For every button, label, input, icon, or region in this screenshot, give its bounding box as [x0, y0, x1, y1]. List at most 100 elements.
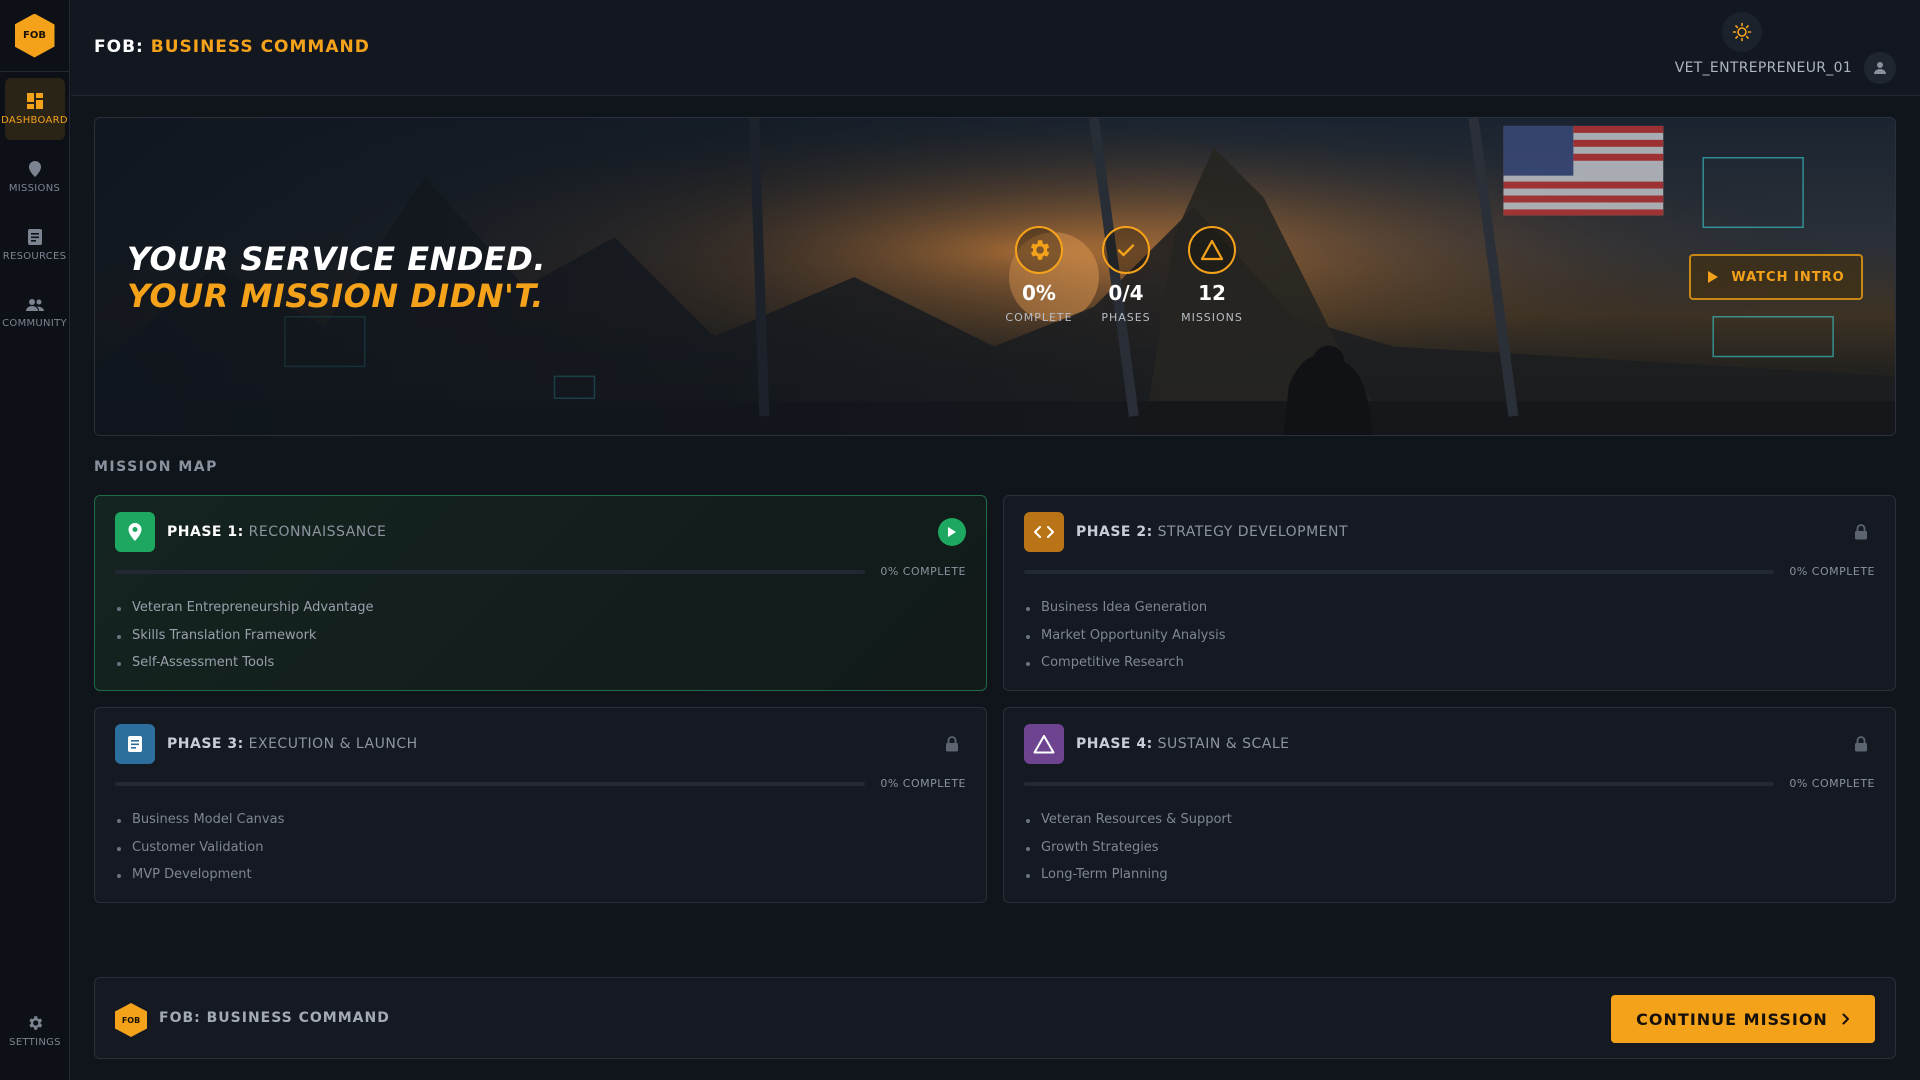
stat-value: 0/4	[1108, 281, 1144, 305]
top-header: FOB: BUSINESS COMMAND VET_ENTREPRENEUR_0…	[71, 0, 1920, 96]
task-label: Long-Term Planning	[1041, 867, 1168, 882]
sidebar-item-label: RESOURCES	[2, 251, 67, 262]
bullet	[1026, 846, 1030, 851]
watch-intro-button[interactable]: WATCH INTRO	[1689, 254, 1863, 300]
list-item: Long-Term Planning	[1024, 867, 1232, 895]
chevron-right-icon	[1842, 1013, 1849, 1025]
sidebar-item-settings[interactable]: SETTINGS	[5, 1000, 65, 1062]
footer-title: FOB: BUSINESS COMMAND	[159, 1010, 390, 1026]
task-label: Customer Validation	[132, 839, 264, 855]
hero-subheadline: YOUR MISSION DIDN'T.	[127, 277, 544, 315]
logo[interactable]: FOB	[0, 0, 69, 72]
lock-icon	[1855, 736, 1867, 752]
progress-label: 0% COMPLETE	[880, 777, 966, 790]
bullet	[117, 607, 121, 611]
list-item: Market Opportunity Analysis	[1024, 628, 1226, 656]
sidebar-item-community[interactable]: COMMUNITY	[2, 282, 67, 344]
title-prefix: FOB:	[94, 37, 144, 57]
bullet	[117, 819, 121, 823]
task-label: Business Model Canvas	[132, 812, 285, 827]
task-label: Market Opportunity Analysis	[1041, 627, 1226, 643]
phase-title: PHASE 4: SUSTAIN & SCALE	[1076, 736, 1290, 752]
lock-status	[1847, 518, 1875, 546]
theme-toggle-button[interactable]	[1722, 12, 1762, 52]
phase-name: SUSTAIN & SCALE	[1157, 736, 1290, 752]
sun-icon	[1732, 22, 1752, 42]
stat-label: COMPLETE	[1005, 311, 1073, 324]
sidebar-item-label: MISSIONS	[8, 183, 61, 194]
footer-logo: FOB	[115, 1003, 147, 1037]
code-icon	[1034, 526, 1054, 538]
phase-title: PHASE 2: STRATEGY DEVELOPMENT	[1076, 524, 1348, 540]
title-accent: BUSINESS COMMAND	[150, 37, 370, 57]
gear-icon	[29, 1016, 43, 1030]
task-list: Veteran Entrepreneurship Advantage Skill…	[115, 600, 374, 683]
progress-label: 0% COMPLETE	[1789, 777, 1875, 790]
phase-number: PHASE 3:	[167, 736, 244, 752]
phase-card-2[interactable]: PHASE 2: STRATEGY DEVELOPMENT 0% COMPLET…	[1003, 495, 1896, 691]
list-item[interactable]: Skills Translation Framework	[115, 628, 374, 656]
section-title-mission-map: MISSION MAP	[94, 459, 218, 475]
document-icon	[128, 736, 142, 752]
bullet	[1026, 634, 1030, 639]
stat-label: PHASES	[1101, 311, 1151, 324]
lock-status	[1847, 730, 1875, 758]
phase-card-4[interactable]: PHASE 4: SUSTAIN & SCALE 0% COMPLETE Vet…	[1003, 707, 1896, 903]
stat-phases: 0/4 PHASES	[1091, 226, 1161, 324]
list-item[interactable]: Self-Assessment Tools	[115, 655, 374, 683]
people-icon	[25, 299, 44, 311]
phase-name: STRATEGY DEVELOPMENT	[1157, 524, 1349, 540]
progress-bar	[1024, 570, 1774, 574]
progress-label: 0% COMPLETE	[880, 565, 966, 578]
logo-badge: FOB	[14, 13, 55, 58]
check-icon	[1117, 244, 1135, 257]
phase-number: PHASE 2:	[1076, 524, 1153, 540]
phase-icon-badge	[1024, 512, 1064, 552]
avatar[interactable]	[1864, 52, 1896, 84]
phase-card-3[interactable]: PHASE 3: EXECUTION & LAUNCH 0% COMPLETE …	[94, 707, 987, 903]
progress-bar	[115, 570, 865, 574]
stat-missions: 12 MISSIONS	[1177, 226, 1247, 324]
phase-title: PHASE 3: EXECUTION & LAUNCH	[167, 736, 418, 752]
page-title: FOB: BUSINESS COMMAND	[94, 37, 370, 57]
lock-icon	[1855, 524, 1867, 540]
continue-mission-button[interactable]: CONTINUE MISSION	[1611, 995, 1875, 1043]
bullet	[1026, 874, 1030, 878]
progress-bar	[1024, 782, 1774, 786]
task-label: Veteran Resources & Support	[1041, 812, 1232, 827]
phase-icon-badge	[115, 724, 155, 764]
map-pin-icon	[128, 523, 142, 541]
list-item: Growth Strategies	[1024, 840, 1232, 868]
footer-bar: FOB FOB: BUSINESS COMMAND CONTINUE MISSI…	[94, 977, 1896, 1059]
settings-label: SETTINGS	[9, 1037, 61, 1048]
dashboard-icon	[26, 93, 43, 109]
triangle-icon	[1033, 735, 1055, 754]
task-label: Self-Assessment Tools	[132, 655, 275, 670]
sidebar-item-label: DASHBOARD	[1, 115, 68, 126]
start-phase-button[interactable]	[938, 518, 966, 546]
bullet	[1026, 819, 1030, 823]
stat-label: MISSIONS	[1181, 311, 1243, 324]
bullet	[117, 846, 121, 851]
task-label: Competitive Research	[1041, 655, 1184, 670]
username[interactable]: VET_ENTREPRENEUR_01	[1675, 60, 1852, 76]
phase-card-1[interactable]: PHASE 1: RECONNAISSANCE 0% COMPLETE Vete…	[94, 495, 987, 691]
list-item: Competitive Research	[1024, 655, 1226, 683]
task-list: Business Model Canvas Customer Validatio…	[115, 812, 284, 895]
phase-title: PHASE 1: RECONNAISSANCE	[167, 524, 386, 540]
user-icon	[1874, 62, 1886, 74]
sidebar-item-missions[interactable]: MISSIONS	[5, 146, 65, 208]
watch-intro-label: WATCH INTRO	[1731, 269, 1845, 285]
list-item: MVP Development	[115, 867, 284, 895]
bullet	[1026, 662, 1030, 666]
task-label: MVP Development	[132, 867, 252, 882]
sidebar-item-dashboard[interactable]: DASHBOARD	[1, 78, 68, 140]
progress-label: 0% COMPLETE	[1789, 565, 1875, 578]
sidebar-item-resources[interactable]: RESOURCES	[2, 214, 67, 276]
list-item[interactable]: Veteran Entrepreneurship Advantage	[115, 600, 374, 628]
progress-bar	[115, 782, 865, 786]
play-icon	[948, 527, 956, 537]
sidebar-item-label: COMMUNITY	[2, 318, 67, 329]
triangle-icon	[1200, 239, 1224, 261]
phase-number: PHASE 4:	[1076, 736, 1153, 752]
